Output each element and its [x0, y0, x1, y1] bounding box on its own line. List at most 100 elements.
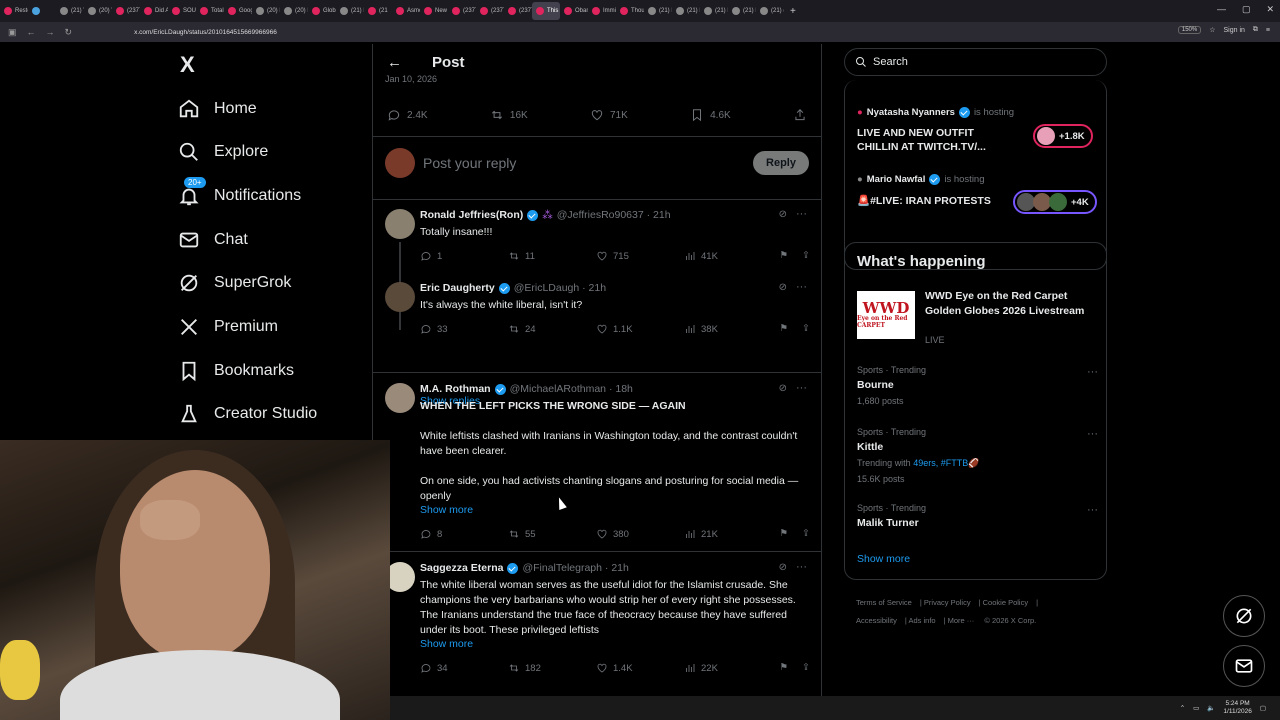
trend-item[interactable]: Sports · Trending Malik Turner	[857, 503, 1097, 529]
back-arrow-icon[interactable]: ←	[387, 54, 402, 71]
repost-action[interactable]: 11	[508, 250, 596, 262]
browser-tab[interactable]: (21) V	[56, 2, 84, 20]
repost-stat[interactable]: 16K	[490, 108, 528, 122]
bookmark-star-icon[interactable]: ☆	[1209, 26, 1215, 34]
reply-button[interactable]: Reply	[753, 151, 809, 175]
reply-stat[interactable]: 2.4K	[387, 108, 428, 122]
browser-tab[interactable]: SOUK Inte	[168, 2, 196, 20]
grok-icon[interactable]: ⊘	[779, 562, 787, 573]
browser-tab[interactable]: Asmo	[392, 2, 420, 20]
nav-home[interactable]: Home	[178, 98, 257, 120]
live-title[interactable]: LIVE AND NEW OUTFIT CHILLIN AT TWITCH.TV…	[857, 126, 1017, 154]
browser-tab[interactable]: This is	[532, 2, 560, 20]
author-name[interactable]: Ronald Jeffries(Ron)	[420, 209, 523, 221]
author-name[interactable]: M.A. Rothman	[420, 383, 491, 395]
more-icon[interactable]: ···	[796, 561, 807, 573]
notification-center-icon[interactable]: ▢	[1260, 704, 1266, 712]
repost-action[interactable]: 182	[508, 662, 596, 674]
nav-premium[interactable]: Premium	[178, 316, 278, 338]
footer-link[interactable]: Ads info	[908, 616, 935, 625]
featured-title[interactable]: WWD Eye on the Red Carpet Golden Globes …	[925, 289, 1095, 319]
reply-action[interactable]: 34	[420, 662, 508, 674]
nav-notifications[interactable]: 20+ Notifications	[178, 177, 301, 207]
live-join-pill[interactable]: +4K	[1013, 190, 1097, 214]
new-tab-icon[interactable]: +	[784, 6, 802, 17]
views-action[interactable]: 22K	[684, 662, 772, 674]
volume-icon[interactable]: 🔈	[1207, 704, 1215, 712]
nav-supergrok[interactable]: SuperGrok	[178, 272, 291, 294]
reply-action[interactable]: 1	[420, 250, 508, 262]
like-action[interactable]: 715	[596, 250, 684, 262]
like-action[interactable]: 380	[596, 528, 684, 540]
nav-creator-studio[interactable]: Creator Studio	[178, 403, 317, 425]
share-stat[interactable]	[793, 108, 807, 122]
author-handle[interactable]: @EricLDaugh · 21h	[514, 282, 606, 294]
author-handle[interactable]: @FinalTelegraph · 21h	[522, 562, 628, 574]
views-action[interactable]: 41K	[684, 250, 772, 262]
show-more-link[interactable]: Show more	[420, 638, 473, 650]
share-icon[interactable]: ⇪	[802, 662, 810, 674]
browser-tab[interactable]: Resto	[0, 2, 28, 20]
footer-link[interactable]: Privacy Policy	[924, 598, 971, 607]
browser-tab[interactable]: Totall	[196, 2, 224, 20]
browser-tab[interactable]: (21) (	[756, 2, 784, 20]
author-handle[interactable]: @JeffriesRo90637 · 21h	[557, 209, 671, 221]
trend-item[interactable]: Sports · Trending Bourne 1,680 posts	[857, 365, 1097, 406]
bookmark-icon[interactable]: ⚑	[780, 528, 789, 540]
share-icon[interactable]: ⇪	[802, 528, 810, 540]
footer-link[interactable]: Accessibility	[856, 616, 897, 625]
extensions-icon[interactable]: ⧉	[1253, 26, 1258, 34]
browser-tab[interactable]: New I	[420, 2, 448, 20]
wwd-thumbnail[interactable]: WWD Eye on the Red CARPET	[857, 291, 915, 339]
zoom-level[interactable]: 150%	[1177, 26, 1202, 34]
show-more-link[interactable]: Show more	[857, 553, 910, 565]
browser-tab[interactable]: Obam	[560, 2, 588, 20]
browser-tab[interactable]: (21) H	[644, 2, 672, 20]
nav-bookmarks[interactable]: Bookmarks	[178, 360, 294, 382]
live-title[interactable]: 🚨#LIVE: IRAN PROTESTS	[857, 194, 1017, 208]
live-join-pill[interactable]: +1.8K	[1033, 124, 1093, 148]
reply-tweet[interactable]: Saggezza Eterna @FinalTelegraph · 21h ⊘ …	[373, 557, 821, 696]
maximize-icon[interactable]: ▢	[1242, 4, 1251, 15]
browser-tab[interactable]: (21) P	[336, 2, 364, 20]
sign-in-button[interactable]: Sign in	[1224, 27, 1245, 34]
address-bar[interactable]: x.com/EricLDaugh/status/2010164515669966…	[134, 29, 277, 36]
trend-item[interactable]: Sports · Trending Kittle Trending with 4…	[857, 427, 1097, 484]
browser-tab[interactable]: (21) H	[728, 2, 756, 20]
repost-action[interactable]: 55	[508, 528, 596, 540]
show-more-link[interactable]: Show more	[420, 504, 473, 516]
author-name[interactable]: Eric Daugherty	[420, 282, 495, 294]
nav-chat[interactable]: Chat	[178, 229, 248, 251]
browser-tab[interactable]: (20) P	[280, 2, 308, 20]
browser-tab[interactable]: Globa	[308, 2, 336, 20]
browser-tab[interactable]: (2377	[476, 2, 504, 20]
grok-icon[interactable]: ⊘	[779, 383, 787, 394]
nav-explore[interactable]: Explore	[178, 141, 268, 163]
browser-tab[interactable]: Thous	[616, 2, 644, 20]
trend-tags[interactable]: 49ers, #FTTB🏈	[913, 458, 979, 468]
reply-input[interactable]: Post your reply	[423, 155, 753, 171]
like-action[interactable]: 1.4K	[596, 662, 684, 674]
browser-tab[interactable]: (21) P	[700, 2, 728, 20]
bookmark-icon[interactable]: ⚑	[780, 250, 789, 262]
live-host[interactable]: ● Nyatasha Nyanners is hosting	[857, 107, 1014, 118]
browser-tab[interactable]: (2377	[112, 2, 140, 20]
reply-tweet[interactable]: Eric Daugherty @EricLDaugh · 21h ⊘ ··· I…	[373, 277, 821, 407]
clock[interactable]: 5:24 PM 1/11/2026	[1223, 700, 1251, 716]
browser-tab[interactable]: (20) H	[252, 2, 280, 20]
share-icon[interactable]: ⇪	[802, 250, 810, 262]
grok-fab[interactable]	[1223, 595, 1265, 637]
browser-tab[interactable]: (2377	[448, 2, 476, 20]
more-icon[interactable]: ···	[1087, 366, 1098, 378]
author-handle[interactable]: @MichaelARothman · 18h	[510, 383, 633, 395]
live-host[interactable]: ● Mario Nawfal is hosting	[857, 174, 985, 185]
close-icon[interactable]: ✕	[1266, 4, 1274, 15]
search-input[interactable]: Search	[844, 48, 1107, 76]
repost-action[interactable]: 24	[508, 323, 596, 335]
reply-tweet[interactable]: Ronald Jeffries(Ron) ⁂ @JeffriesRo90637 …	[373, 204, 821, 330]
back-arrow-icon[interactable]: ←	[27, 27, 36, 38]
more-icon[interactable]: ···	[1087, 428, 1098, 440]
more-icon[interactable]: ···	[1087, 504, 1098, 516]
views-action[interactable]: 21K	[684, 528, 772, 540]
tray-chevron-icon[interactable]: ⌃	[1180, 704, 1185, 712]
